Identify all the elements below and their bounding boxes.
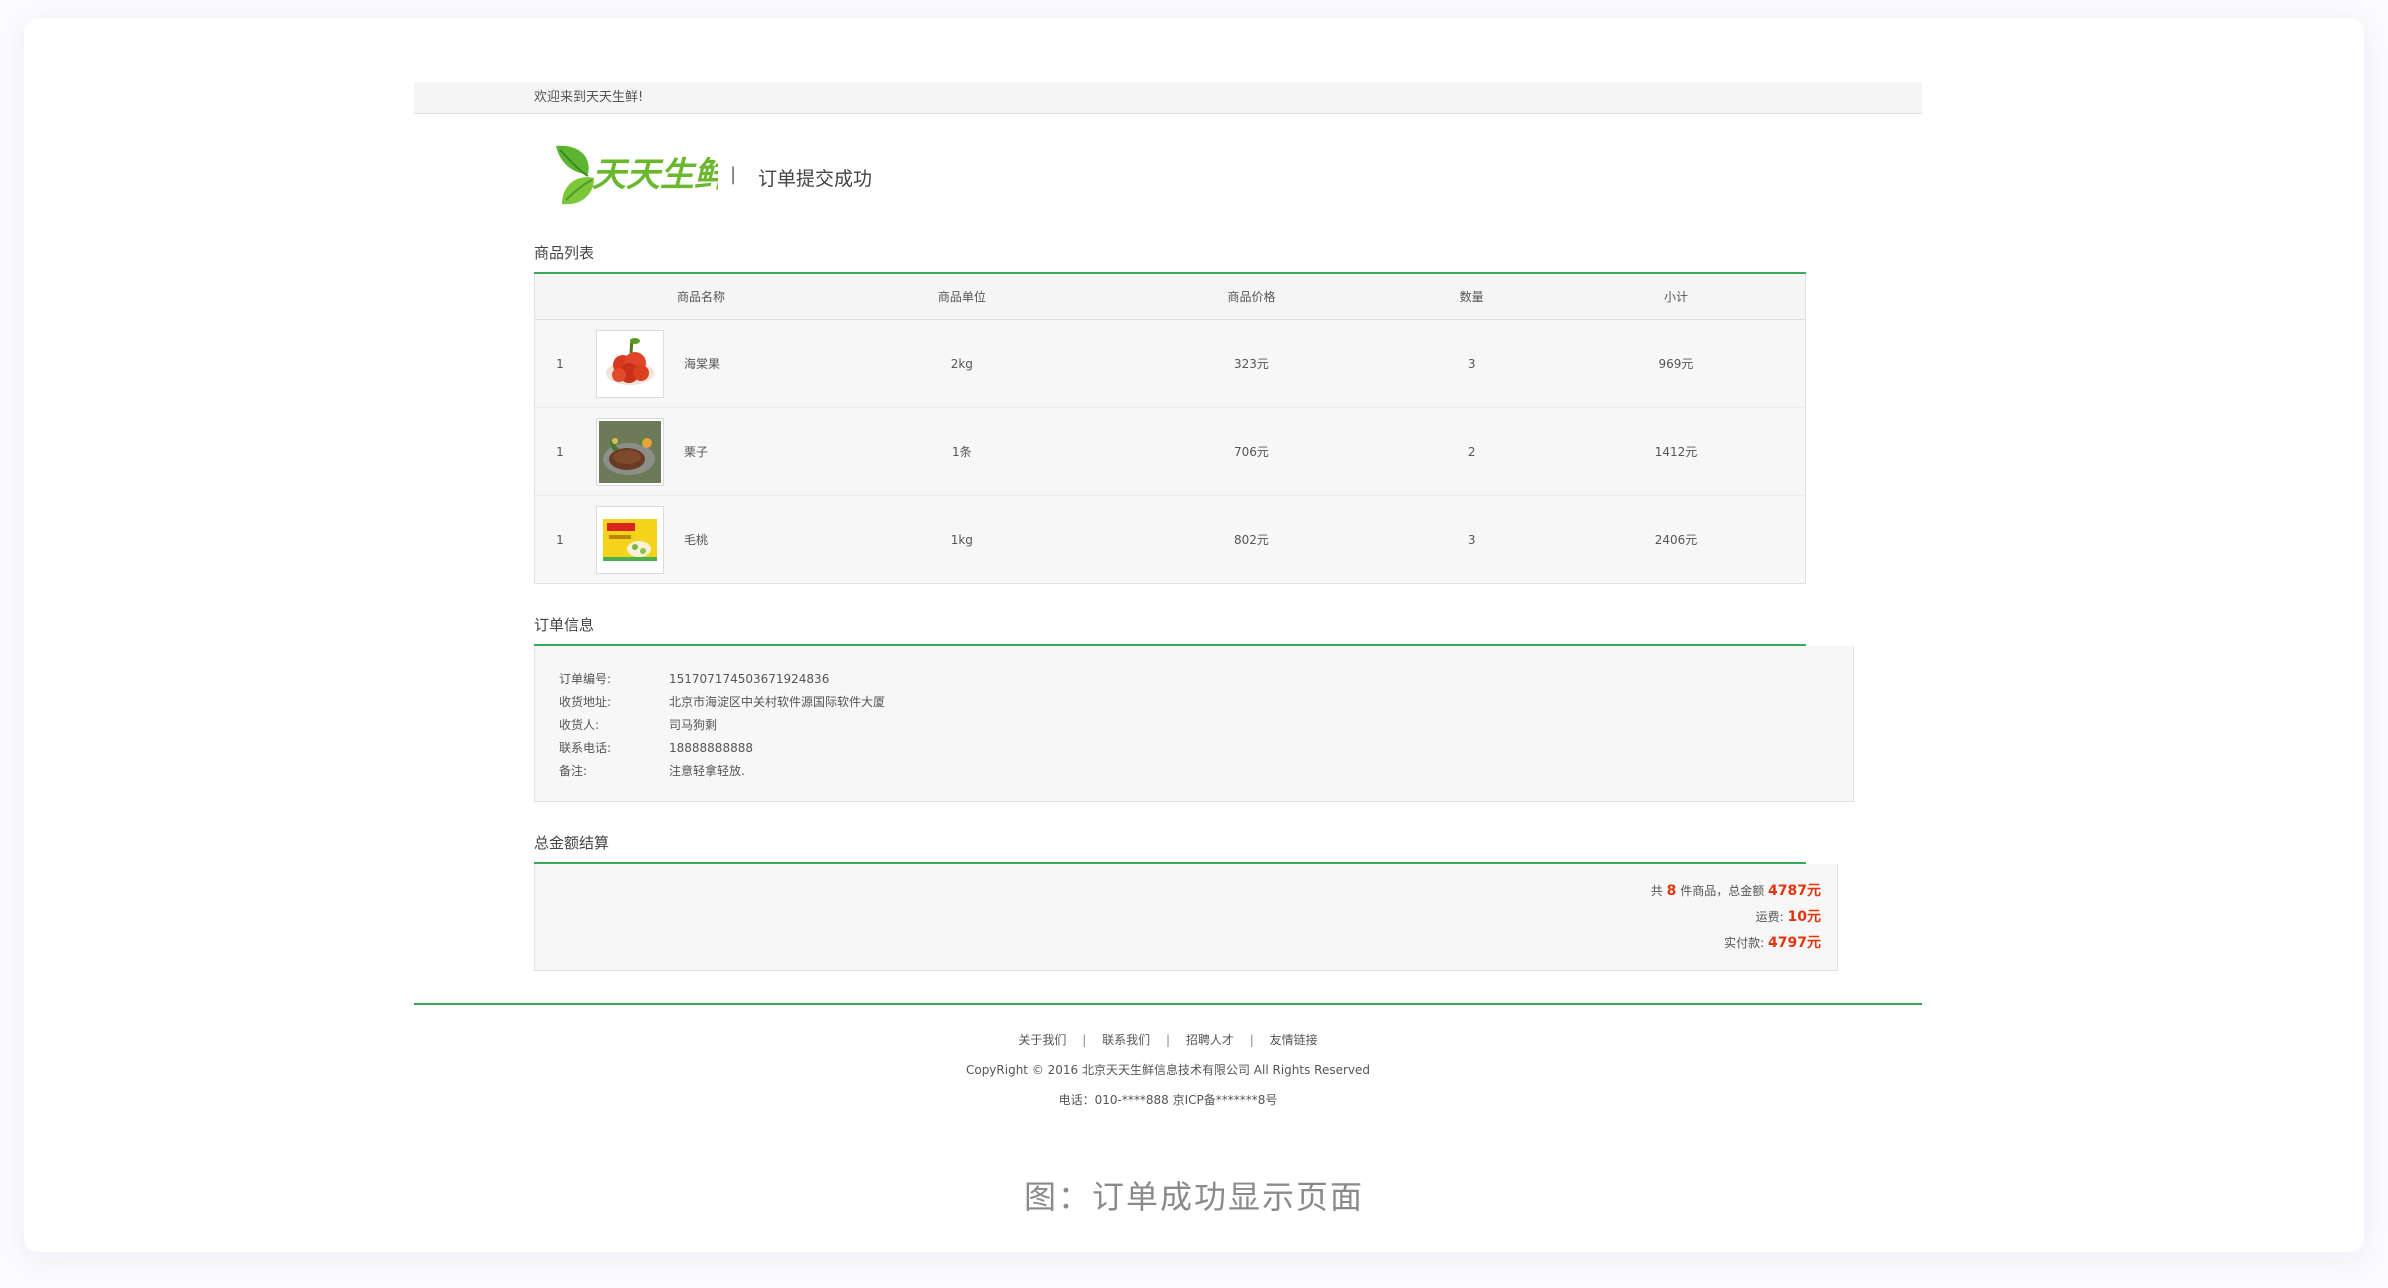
goods-list-title: 商品列表 [534,234,1806,274]
goods-count: 8 [1666,883,1677,899]
footer-link-jobs[interactable]: 招聘人才 [1186,1033,1234,1047]
phone-label: 联系电话: [559,741,612,755]
table-row: 1 [535,407,1805,496]
goods-qty: 3 [1467,532,1476,547]
page-footer: 关于我们 | 联系我们 | 招聘人才 | 友情链接 CopyRight © 20… [414,1005,1922,1115]
goods-table-panel: 商品名称 商品单位 商品价格 数量 小计 1 海棠果 2kg 323元 3 96… [534,274,1806,584]
goods-name[interactable]: 海棠果 [684,355,720,372]
footer-separator: | [1082,1033,1087,1047]
receiver-label: 收货人: [559,718,600,732]
copyright-text: CopyRight © 2016 北京天天生鲜信息技术有限公司 All Righ… [965,1063,1371,1077]
header-separator: | [730,164,737,185]
total-amount: 4787元 [1768,883,1821,899]
leaf-logo-icon: 天天生鲜 [556,145,718,205]
count-prefix: 共 [1650,884,1663,898]
goods-name-cell: 栗子 [585,407,817,496]
order-number-row: 订单编号: 151707174503671924836 [559,668,1829,691]
top-bar: 欢迎来到天天生鲜! [414,82,1922,114]
goods-price: 323元 [1106,319,1397,408]
address-value: 北京市海淀区中关村软件源国际软件大厦 [669,695,886,709]
total-amount-row: 共 8 件商品，总金额 4787元 [551,878,1821,904]
col-subtotal: 小计 [1546,274,1805,320]
footer-link-about[interactable]: 关于我们 [1018,1033,1066,1047]
goods-unit: 1条 [817,407,1107,496]
goods-table: 商品名称 商品单位 商品价格 数量 小计 1 海棠果 2kg 323元 3 96… [535,274,1805,583]
snack-package-image[interactable] [596,505,664,574]
order-info-title: 订单信息 [534,606,1806,646]
steak-dish-image[interactable] [596,417,664,486]
footer-links: 关于我们 | 联系我们 | 招聘人才 | 友情链接 [414,1025,1922,1055]
goods-unit: 2kg [817,319,1107,408]
apple-fruit-image[interactable] [596,329,664,398]
tiantian-logo[interactable]: 天天生鲜 [548,140,718,212]
welcome-text: 欢迎来到天天生鲜! [534,90,644,105]
goods-subtotal: 969元 [1546,319,1805,408]
col-price: 商品价格 [1106,274,1397,320]
freight-row: 运费: 10元 [551,904,1821,930]
logo-text: 天天生鲜 [592,155,718,195]
footer-link-contact[interactable]: 联系我们 [1102,1033,1150,1047]
goods-qty: 2 [1396,407,1547,496]
goods-subtotal: 2406元 [1654,533,1698,547]
col-name: 商品名称 [585,274,817,320]
col-qty: 数量 [1396,274,1547,320]
goods-qty: 3 [1396,319,1547,408]
row-index: 1 [556,532,564,547]
goods-unit: 1kg [950,532,973,547]
order-info-panel: 订单编号: 151707174503671924836 收货地址: 北京市海淀区… [534,646,1854,802]
address-row: 收货地址: 北京市海淀区中关村软件源国际软件大厦 [559,691,1829,714]
contact-text: 电话：010-****888 京ICP备*******8号 [1058,1093,1278,1107]
order-number-value: 151707174503671924836 [669,672,830,686]
footer-link-friends[interactable]: 友情链接 [1270,1033,1318,1047]
paid-row: 实付款: 4797元 [551,930,1821,956]
row-index: 1 [535,407,585,496]
footer-separator: | [1249,1033,1254,1047]
freight-amount: 10元 [1787,909,1821,925]
total-panel: 共 8 件商品，总金额 4787元 运费: 10元 实付款: 4797元 [534,864,1838,971]
freight-label: 运费: [1755,910,1784,924]
paid-amount: 4797元 [1768,935,1821,951]
remark-value: 注意轻拿轻放. [669,764,745,778]
receiver-row: 收货人: 司马狗剩 [559,714,1829,737]
goods-table-header: 商品名称 商品单位 商品价格 数量 小计 [535,274,1805,320]
address-label: 收货地址: [559,695,612,709]
page-title: 订单提交成功 [758,168,873,190]
order-success-page: 欢迎来到天天生鲜! 天天生鲜 | 订单提交成功 商品列表 商品名称 商品单位 商… [414,82,1922,1115]
remark-label: 备注: [559,764,588,778]
phone-row: 联系电话: 18888888888 [559,737,1829,760]
table-row: 1 [535,319,1805,408]
figure-caption: 图：订单成功显示页面 [1023,1178,1364,1216]
goods-name-cell: 海棠果 [585,319,817,408]
goods-price: 706元 [1106,407,1397,496]
remark-row: 备注: 注意轻拿轻放. [559,760,1829,783]
order-number-label: 订单编号: [559,672,612,686]
table-row: 1 [535,496,1805,584]
total-title: 总金额结算 [534,824,1806,864]
col-index [535,274,585,320]
goods-name[interactable]: 毛桃 [684,531,708,548]
goods-name[interactable]: 栗子 [684,443,708,460]
col-unit: 商品单位 [817,274,1107,320]
goods-price: 802元 [1234,533,1269,547]
goods-name-cell: 毛桃 [585,496,817,584]
paid-label: 实付款: [1724,936,1765,950]
count-suffix: 件商品，总金额 [1680,884,1765,898]
phone-value: 18888888888 [669,741,753,755]
page-header: 天天生鲜 | 订单提交成功 [414,114,1922,234]
goods-subtotal: 1412元 [1546,407,1805,496]
footer-separator: | [1165,1033,1171,1047]
receiver-value: 司马狗剩 [669,718,718,732]
row-index: 1 [535,319,585,408]
